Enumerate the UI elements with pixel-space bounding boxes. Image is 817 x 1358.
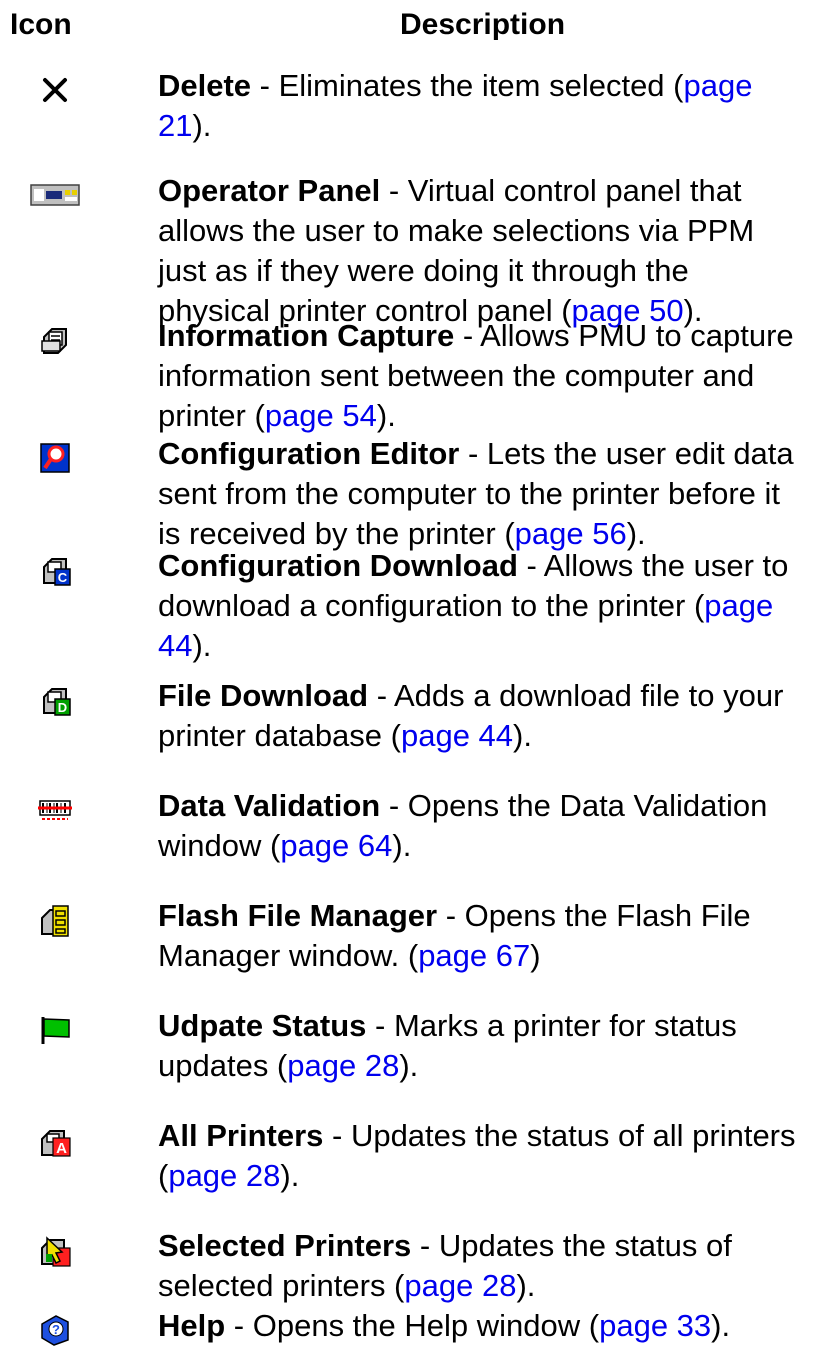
configuration-download-icon: C	[0, 546, 110, 594]
page-link[interactable]: page 54	[265, 398, 377, 433]
row-text: - Eliminates the item selected (	[251, 68, 684, 103]
row-title: Selected Printers	[158, 1228, 412, 1263]
all-printers-icon: A	[0, 1116, 110, 1164]
page-link[interactable]: page 28	[287, 1048, 399, 1083]
operator-panel-icon	[0, 171, 110, 219]
row-title: Udpate Status	[158, 1008, 367, 1043]
information-capture-icon	[0, 316, 110, 364]
row-title: All Printers	[158, 1118, 324, 1153]
row-title: Information Capture	[158, 318, 455, 353]
row-title: Help	[158, 1308, 226, 1343]
file-download-icon: D	[0, 676, 110, 724]
selected-printers-icon	[0, 1226, 110, 1274]
row-title: Operator Panel	[158, 173, 381, 208]
page-link[interactable]: page 44	[401, 718, 513, 753]
green-flag-icon	[0, 1006, 110, 1054]
row-title: File Download	[158, 678, 369, 713]
help-icon: ?	[0, 1306, 110, 1354]
svg-text:A: A	[56, 1140, 67, 1157]
page-link[interactable]: page 64	[280, 828, 392, 863]
svg-text:C: C	[58, 570, 68, 585]
row-title: Configuration Download	[158, 548, 518, 583]
page-link[interactable]: page 33	[599, 1308, 711, 1343]
svg-text:D: D	[58, 700, 67, 715]
page-link[interactable]: page 28	[404, 1268, 516, 1303]
row-title: Flash File Manager	[158, 898, 438, 933]
svg-text:?: ?	[52, 1322, 60, 1337]
column-header-icon: Icon	[10, 8, 72, 41]
configuration-editor-icon	[0, 434, 110, 482]
row-title: Data Validation	[158, 788, 381, 823]
column-header-description: Description	[400, 8, 566, 41]
row-title: Configuration Editor	[158, 436, 460, 471]
delete-x-icon	[0, 66, 110, 114]
page-link[interactable]: page 67	[418, 938, 530, 973]
data-validation-icon	[0, 786, 110, 834]
flash-file-manager-icon	[0, 896, 110, 944]
row-title: Delete	[158, 68, 252, 103]
page-link[interactable]: page 28	[168, 1158, 280, 1193]
row-text: - Opens the Help window (	[225, 1308, 600, 1343]
